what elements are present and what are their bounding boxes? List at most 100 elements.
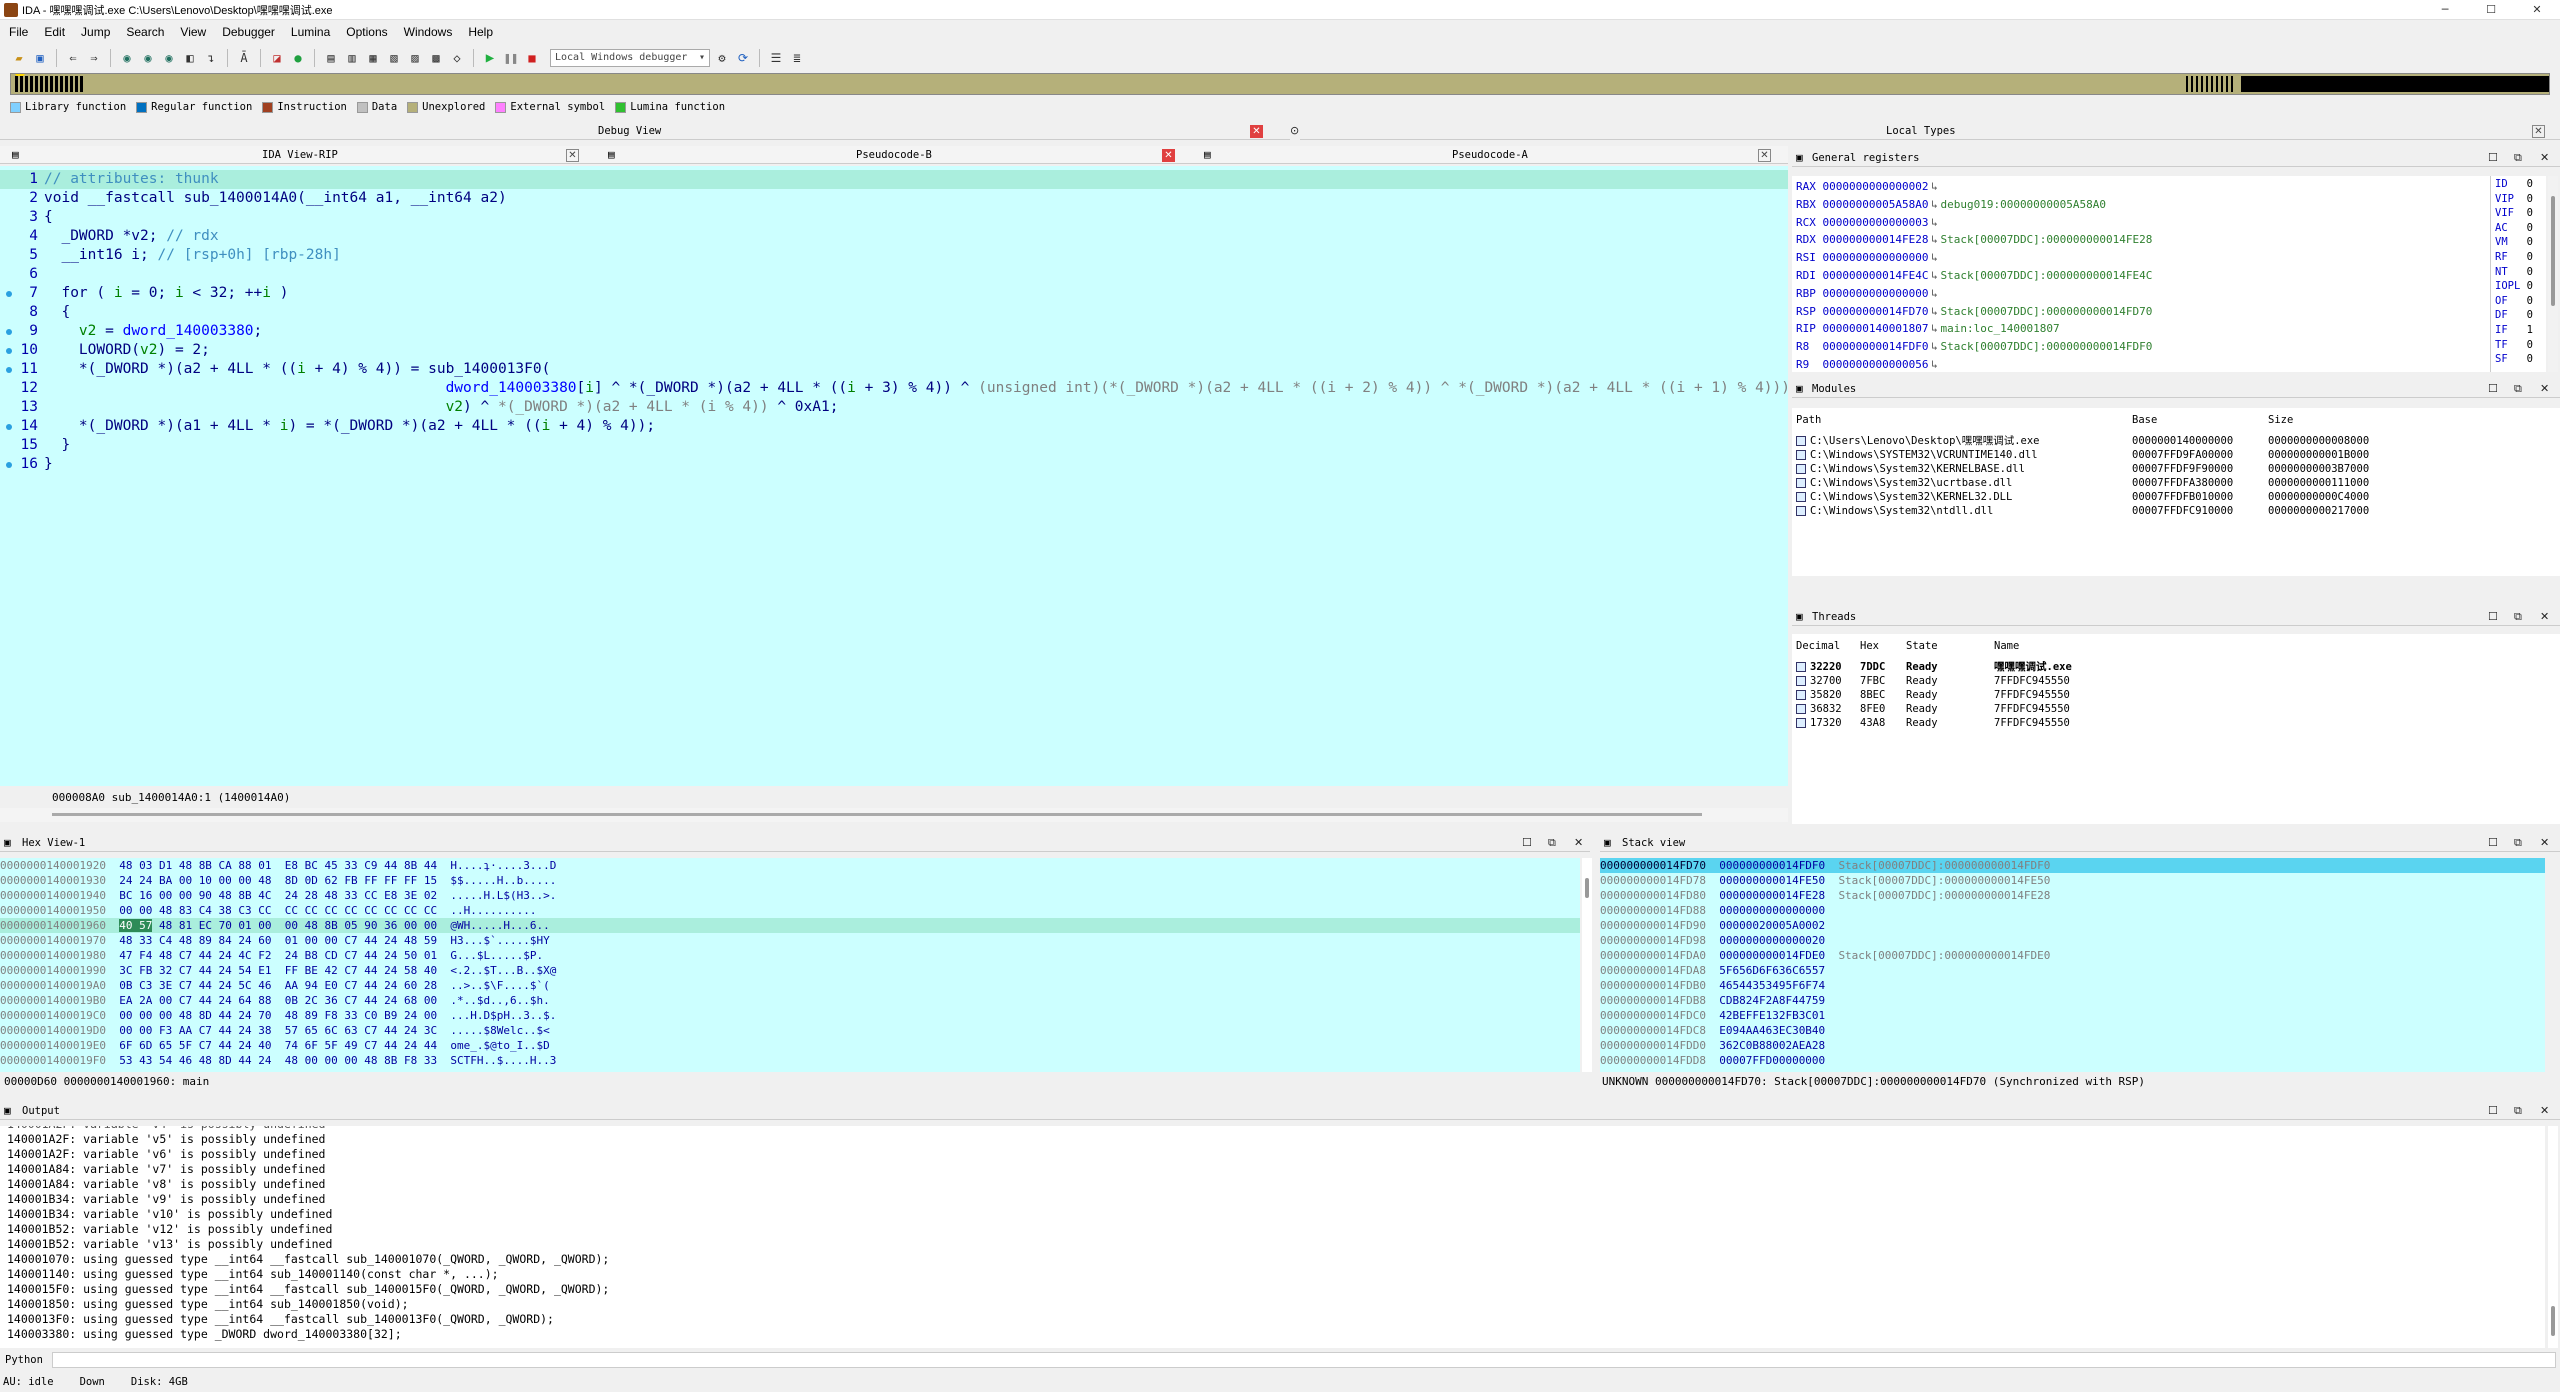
module-path[interactable]: C:\Windows\System32\KERNELBASE.dll — [1796, 462, 2025, 476]
enums-icon[interactable]: ▩ — [427, 49, 445, 67]
code-line[interactable]: 2 void __fastcall sub_1400014A0(__int64 a… — [0, 189, 1788, 208]
register-row[interactable]: RDI 000000000014FE4C ↳ Stack[00007DDC]:000… — [1796, 267, 2152, 285]
menu-search[interactable]: Search — [117, 25, 171, 39]
jump-arrow-icon[interactable]: ↳ — [1928, 303, 1940, 321]
flag-value[interactable]: 0 — [2527, 266, 2533, 278]
start-debug-icon[interactable]: ▶ — [481, 49, 499, 67]
layout-icon[interactable]: ☰ — [767, 49, 785, 67]
register-value[interactable]: 000000000014FE4C — [1823, 269, 1929, 282]
hex-dump[interactable]: 0000000140001920 48 03 D1 48 8B CA 88 01… — [0, 858, 1580, 1072]
flag-value[interactable]: 0 — [2527, 309, 2533, 321]
threads-header-hex[interactable]: Hex — [1860, 639, 1879, 653]
stack-row[interactable]: 000000000014FD88 0000000000000000 — [1600, 903, 2545, 918]
close-pane-button[interactable]: ✕ — [2540, 149, 2549, 167]
code-line[interactable]: 11 *(_DWORD *)(a2 + 4LL * ((i + 4) % 4))… — [0, 360, 1788, 379]
register-row[interactable]: RIP 0000000140001807 ↳ main:loc_140001807 — [1796, 320, 2060, 338]
jump-arrow-icon[interactable]: ↳ — [1928, 231, 1940, 249]
jump-icon[interactable]: ↴ — [202, 49, 220, 67]
maximize-pane-button[interactable]: ☐ — [2488, 149, 2498, 167]
run-script-icon[interactable]: ● — [289, 49, 307, 67]
hex-row[interactable]: 0000000140001920 48 03 D1 48 8B CA 88 01… — [0, 858, 556, 873]
jump-arrow-icon[interactable]: ↳ — [1928, 356, 1940, 372]
jump-arrow-icon[interactable]: ↳ — [1928, 178, 1940, 196]
stack-row[interactable]: 000000000014FD90 00000020005A0002 — [1600, 918, 2545, 933]
hex-row[interactable]: 00000001400019D0 00 00 F3 AA C7 44 24 38… — [0, 1023, 550, 1038]
module-path[interactable]: C:\Windows\SYSTEM32\VCRUNTIME140.dll — [1796, 448, 2038, 462]
float-pane-button[interactable]: ⧉ — [1548, 834, 1556, 852]
close-pane-button[interactable]: ✕ — [2540, 834, 2549, 852]
code-line[interactable]: 8 { — [0, 303, 1788, 322]
register-row[interactable]: RSP 000000000014FD70 ↳ Stack[00007DDC]:000… — [1796, 303, 2152, 321]
register-value[interactable]: 000000000014FDF0 — [1823, 340, 1929, 353]
threads-header-state[interactable]: State — [1906, 639, 1938, 653]
code-line[interactable]: 16} — [0, 455, 1788, 474]
structs-icon[interactable]: ▨ — [406, 49, 424, 67]
graph-icon[interactable]: ◧ — [181, 49, 199, 67]
modules-header-path[interactable]: Path — [1796, 413, 1821, 427]
register-row[interactable]: RDX 000000000014FE28 ↳ Stack[00007DDC]:000… — [1796, 231, 2152, 249]
float-pane-button[interactable]: ⧉ — [2514, 834, 2522, 852]
register-value[interactable]: 0000000000000000 — [1823, 287, 1929, 300]
hex-row[interactable]: 00000001400019B0 EA 2A 00 C7 44 24 64 88… — [0, 993, 550, 1008]
jump-arrow-icon[interactable]: ↳ — [1928, 320, 1940, 338]
code-line[interactable]: 5 __int16 i; // [rsp+0h] [rbp-28h] — [0, 246, 1788, 265]
register-value[interactable]: 00000000005A58A0 — [1823, 198, 1929, 211]
thread-cell[interactable]: 32220 — [1796, 660, 1842, 674]
float-pane-button[interactable]: ⧉ — [2514, 149, 2522, 167]
back-arrow-icon[interactable]: ⇐ — [64, 49, 82, 67]
stack-value[interactable]: 000000000014FDE0 — [1719, 949, 1838, 962]
registers-vscroll[interactable] — [2548, 176, 2558, 372]
hex-cursor-byte[interactable]: 40 57 — [119, 919, 153, 932]
flag-value[interactable]: 0 — [2527, 339, 2533, 351]
flag-value[interactable]: 0 — [2527, 193, 2533, 205]
stack-row[interactable]: 000000000014FD80 000000000014FE28 Stack[… — [1600, 888, 2545, 903]
hex-row[interactable]: 0000000140001990 3C FB 32 C7 44 24 54 E1… — [0, 963, 556, 978]
stack-row[interactable]: 000000000014FDA0 000000000014FDE0 Stack[… — [1600, 948, 2545, 963]
registers-list[interactable]: RAX 0000000000000002 ↳ RBX 00000000005A58A… — [1792, 176, 2490, 372]
menu-file[interactable]: File — [0, 25, 35, 39]
register-row[interactable]: RCX 0000000000000003 ↳ — [1796, 214, 1940, 232]
flag-row[interactable]: SF 0 — [2495, 352, 2533, 370]
scroll-thumb[interactable] — [52, 813, 1702, 816]
code-line[interactable]: 7 for ( i = 0; i < 32; ++i ) — [0, 284, 1788, 303]
hex-row[interactable]: 00000001400019F0 53 43 54 46 48 8D 44 24… — [0, 1053, 556, 1068]
register-row[interactable]: RAX 0000000000000002 ↳ — [1796, 178, 1940, 196]
modules-header-base[interactable]: Base — [2132, 413, 2157, 427]
float-pane-button[interactable]: ⧉ — [2514, 380, 2522, 398]
menu-windows[interactable]: Windows — [395, 25, 460, 39]
pseudocode-editor[interactable]: 1 // attributes: thunk 2 void __fastcall su… — [0, 166, 1799, 786]
functions-icon[interactable]: ▥ — [343, 49, 361, 67]
command-input[interactable] — [52, 1352, 2556, 1368]
flags-list[interactable]: ID 0 VIP 0 VIF 0 AC 0 VM 0 RF 0 NT 0 IOPL 0 OF 0… — [2490, 176, 2546, 372]
register-value[interactable]: 0000000000000056 — [1823, 358, 1929, 371]
flag-value[interactable]: 0 — [2527, 295, 2533, 307]
segments-icon[interactable]: ▤ — [322, 49, 340, 67]
register-row[interactable]: R8 000000000014FDF0 ↳ Stack[00007DDC]:0000… — [1796, 338, 2152, 356]
breakpoint-dot-icon[interactable] — [6, 367, 12, 373]
tab-close-button[interactable]: ✕ — [1162, 146, 1175, 164]
hex-row[interactable]: 00000001400019E0 6F 6D 65 5F C7 44 24 40… — [0, 1038, 550, 1053]
stack-row[interactable]: 000000000014FDB0 46544353495F6F74 — [1600, 978, 2545, 993]
register-value[interactable]: 0000000000000003 — [1823, 216, 1929, 229]
type-icon[interactable]: Ā — [235, 49, 253, 67]
code-line[interactable]: 3{ — [0, 208, 1788, 227]
stack-value[interactable]: 000000000014FE28 — [1719, 889, 1838, 902]
text-search-icon[interactable]: ◉ — [139, 49, 157, 67]
attach-icon[interactable]: ⟳ — [734, 49, 752, 67]
module-path[interactable]: C:\Windows\System32\ucrtbase.dll — [1796, 476, 2012, 490]
maximize-pane-button[interactable]: ☐ — [2488, 834, 2498, 852]
stack-row[interactable]: 000000000014FDD0 362C0B88002AEA28 — [1600, 1038, 2545, 1053]
close-pane-button[interactable]: ✕ — [1574, 834, 1583, 852]
thread-cell[interactable]: 32700 — [1796, 674, 1842, 688]
code-line[interactable]: 10 LOWORD(v2) = 2; — [0, 341, 1788, 360]
code-line[interactable]: 6 — [0, 265, 1788, 284]
image-icon[interactable]: ◪ — [268, 49, 286, 67]
open-file-icon[interactable]: ▰ — [10, 49, 28, 67]
register-row[interactable]: RSI 0000000000000000 ↳ — [1796, 249, 1940, 267]
menu-lumina[interactable]: Lumina — [282, 25, 337, 39]
breakpoint-dot-icon[interactable] — [6, 291, 12, 297]
register-value[interactable]: 0000000140001807 — [1823, 322, 1929, 335]
float-pane-button[interactable]: ⧉ — [2514, 608, 2522, 626]
register-value[interactable]: 0000000000000000 — [1823, 251, 1929, 264]
stack-value[interactable]: 00007FFD00000000 — [1719, 1054, 1838, 1067]
